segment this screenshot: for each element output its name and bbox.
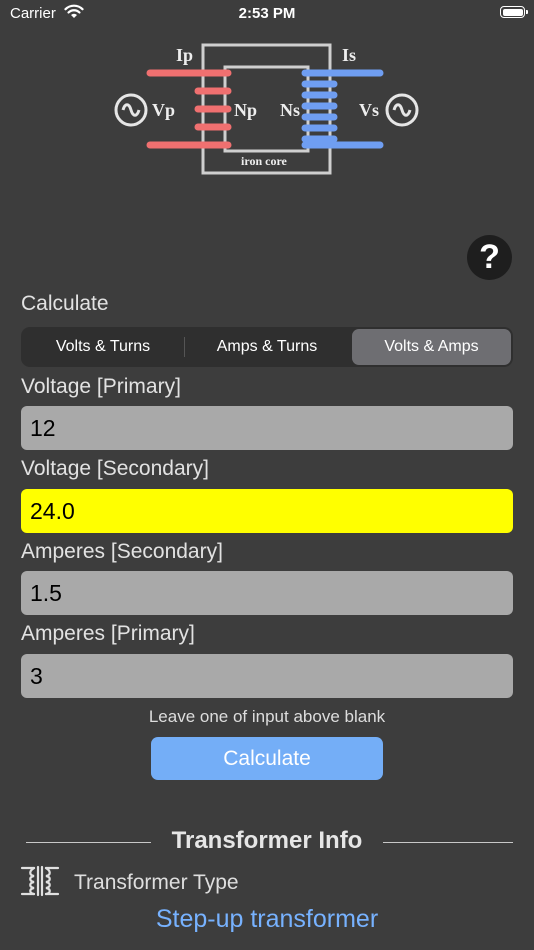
voltage-primary-label: Voltage [Primary]	[21, 375, 181, 398]
calculate-button[interactable]: Calculate	[151, 737, 383, 780]
transformer-info-title: Transformer Info	[171, 827, 363, 854]
status-bar: Carrier 2:53 PM	[0, 0, 534, 28]
calculate-mode-selector[interactable]: Volts & Turns Amps & Turns Volts & Amps	[21, 327, 513, 367]
input-hint: Leave one of input above blank	[148, 707, 386, 726]
segment-amps-turns[interactable]: Amps & Turns	[185, 329, 349, 365]
battery-icon	[500, 6, 528, 18]
ac-source-icon	[114, 93, 148, 127]
transformer-diagram: Ip Is Vp Np Ns Vs iron core	[114, 43, 419, 175]
transformer-type-label: Transformer Type	[74, 871, 239, 894]
iron-core-label: iron core	[241, 154, 288, 168]
voltage-primary-field[interactable]: 12	[21, 406, 513, 450]
amperes-secondary-label: Amperes [Secondary]	[21, 540, 223, 563]
voltage-secondary-label: Voltage [Secondary]	[21, 457, 209, 480]
ac-source-icon	[385, 93, 419, 127]
label-vp: Vp	[152, 100, 175, 120]
transformer-icon	[20, 865, 60, 897]
amperes-primary-label: Amperes [Primary]	[21, 622, 195, 645]
segment-volts-amps[interactable]: Volts & Amps	[352, 329, 511, 365]
label-np: Np	[234, 100, 257, 120]
label-ip: Ip	[176, 45, 193, 65]
label-is: Is	[342, 45, 356, 65]
battery-level	[502, 8, 523, 16]
voltage-secondary-field[interactable]: 24.0	[21, 489, 513, 533]
amperes-primary-field[interactable]: 3	[21, 654, 513, 698]
help-button[interactable]: ?	[467, 235, 512, 280]
label-ns: Ns	[280, 100, 300, 120]
label-vs: Vs	[359, 100, 379, 120]
clock: 2:53 PM	[238, 5, 296, 22]
divider-right	[383, 842, 513, 843]
calculate-label: Calculate	[21, 292, 109, 315]
segment-volts-turns[interactable]: Volts & Turns	[23, 329, 183, 365]
transformer-type-value: Step-up transformer	[155, 905, 379, 933]
amperes-secondary-field[interactable]: 1.5	[21, 571, 513, 615]
